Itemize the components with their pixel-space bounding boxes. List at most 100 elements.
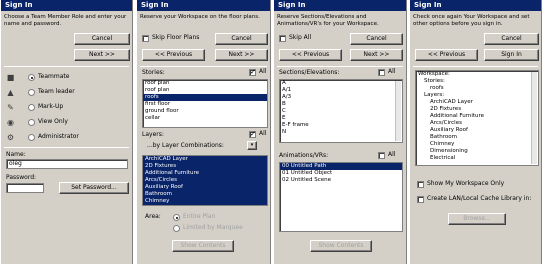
panel-title: Sign In	[1, 0, 132, 11]
list-item[interactable]: Auxiliary Roof	[143, 184, 267, 191]
sections-scrollbar[interactable]	[395, 81, 401, 141]
list-item[interactable]: roofs	[143, 94, 267, 101]
list-item[interactable]: A	[280, 80, 402, 87]
name-input[interactable]: oleg	[6, 159, 128, 169]
list-item[interactable]: Arcs/Circles	[143, 177, 267, 184]
tree-item[interactable]: 2D Fixtures	[416, 106, 538, 113]
cancel-button[interactable]: Cancel	[484, 33, 539, 45]
layers-list[interactable]: ArchiCAD Layer 2D Fixtures Additional Fu…	[142, 155, 268, 206]
tree-item[interactable]: Dimensioning	[416, 148, 538, 155]
browse-button[interactable]: Browse...	[448, 213, 506, 225]
layer-combination-dropdown-button[interactable]: ▾	[247, 141, 257, 150]
list-item[interactable]: ArchiCAD Layer	[143, 156, 267, 163]
stories-list[interactable]: roof plan roof plan roofs first floor gr…	[142, 79, 268, 128]
list-item[interactable]: 01 Untitled Object	[280, 170, 402, 177]
tree-item[interactable]: Chimney	[416, 141, 538, 148]
role-label-markup: Mark-Up	[38, 103, 64, 110]
role-radio-teammate[interactable]	[28, 74, 35, 81]
name-label: Name:	[6, 151, 26, 158]
by-layer-combinations-label: ...by Layer Combinations:	[147, 142, 224, 149]
skip-all-label: Skip All	[289, 34, 312, 41]
list-item[interactable]: Bathroom	[143, 191, 267, 198]
stories-all-checkbox[interactable]	[249, 68, 256, 76]
show-contents-button[interactable]: Show Contents	[172, 240, 234, 252]
workspace-tree[interactable]: Workspace: Stories: roofs Layers: ArchiCAD …	[415, 70, 539, 166]
list-item[interactable]: 02 Untitled Scene	[280, 177, 402, 184]
view-only-role-icon: ◉	[7, 118, 14, 127]
skip-floor-plans-checkbox[interactable]	[142, 35, 149, 42]
list-item[interactable]: roof plan	[143, 80, 267, 87]
divider	[4, 147, 129, 148]
stories-all-label: All	[259, 68, 267, 75]
tree-item[interactable]: roofs	[416, 85, 538, 92]
animations-all-label: All	[388, 151, 396, 158]
next-button[interactable]: Next >>	[74, 49, 130, 61]
list-item[interactable]: E	[280, 115, 402, 122]
layers-all-checkbox[interactable]	[249, 130, 256, 138]
list-item[interactable]: first floor	[143, 101, 267, 108]
create-cache-library-label: Create LAN/Local Cache Library in:	[427, 195, 532, 202]
list-item[interactable]: Additional Furniture	[143, 170, 267, 177]
team-leader-role-icon: ▲	[7, 88, 14, 97]
administrator-role-icon: ⚙	[6, 133, 15, 142]
next-button[interactable]: Next >>	[350, 49, 403, 61]
list-item[interactable]: N	[280, 129, 402, 136]
tree-item[interactable]: Additional Furniture	[416, 113, 538, 120]
show-contents-button[interactable]: Show Contents	[310, 240, 372, 252]
tree-item[interactable]: Electrical	[416, 155, 538, 162]
show-my-workspace-only-checkbox[interactable]	[417, 181, 424, 188]
tree-item[interactable]: Stories:	[416, 78, 538, 85]
divider	[140, 66, 267, 67]
tree-item[interactable]: Layers:	[416, 92, 538, 99]
sign-in-button[interactable]: Sign In	[484, 49, 539, 61]
animations-list[interactable]: 00 Untitled Path 01 Untitled Object 02 U…	[279, 162, 403, 232]
animations-all-checkbox[interactable]	[378, 152, 385, 159]
previous-button[interactable]: << Previous	[415, 49, 478, 61]
role-radio-markup[interactable]	[28, 104, 35, 111]
limited-by-marquee-radio[interactable]	[173, 225, 180, 232]
list-item[interactable]: A/1	[280, 87, 402, 94]
tree-item[interactable]: Auxiliary Roof	[416, 127, 538, 134]
tree-item[interactable]: Bathroom	[416, 134, 538, 141]
cancel-button[interactable]: Cancel	[215, 33, 268, 45]
set-password-button[interactable]: Set Password...	[59, 182, 129, 194]
create-cache-library-checkbox[interactable]	[417, 196, 424, 203]
panel-description: Reserve Sections/Elevations and Animatio…	[277, 14, 379, 27]
entire-plan-radio[interactable]	[173, 214, 180, 221]
previous-button[interactable]: << Previous	[142, 49, 205, 61]
divider	[413, 66, 538, 67]
layers-label: Layers:	[142, 131, 164, 138]
cancel-button[interactable]: Cancel	[74, 33, 130, 45]
show-my-workspace-only-label: Show My Workspace Only	[427, 180, 505, 187]
workspace-label: Workspace:	[418, 71, 450, 77]
tree-item[interactable]: Arcs/Circles	[416, 120, 538, 127]
panel-title: Sign In	[137, 0, 270, 11]
list-item[interactable]: ground floor	[143, 108, 267, 115]
workspace-scrollbar[interactable]	[531, 72, 537, 164]
sign-in-panel-role: Sign In Choose a Team Member Role and en…	[0, 0, 133, 264]
list-item[interactable]: C	[280, 108, 402, 115]
previous-button[interactable]: << Previous	[279, 49, 342, 61]
list-item[interactable]: 2D Fixtures	[143, 163, 267, 170]
stories-label: Stories:	[142, 69, 165, 76]
list-item[interactable]: A/3	[280, 94, 402, 101]
panel-title: Sign In	[410, 0, 541, 11]
list-item[interactable]: E-F frame	[280, 122, 402, 129]
sections-list[interactable]: A A/1 A/3 B C E E-F frame N	[279, 79, 403, 143]
sections-all-checkbox[interactable]	[378, 69, 385, 76]
list-item[interactable]: roof plan	[143, 87, 267, 94]
list-item[interactable]: 00 Untitled Path	[280, 163, 402, 170]
role-radio-view-only[interactable]	[28, 119, 35, 126]
password-input[interactable]	[6, 183, 44, 193]
list-item[interactable]: Chimney	[143, 198, 267, 205]
tree-item[interactable]: ArchiCAD Layer	[416, 99, 538, 106]
cancel-button[interactable]: Cancel	[350, 33, 403, 45]
role-radio-team-leader[interactable]	[28, 89, 35, 96]
role-radio-administrator[interactable]	[28, 134, 35, 141]
sign-in-panel-confirm: Sign In Check once again Your Workspace …	[409, 0, 542, 264]
list-item[interactable]: B	[280, 101, 402, 108]
list-item[interactable]: cellar	[143, 115, 267, 122]
sign-in-panel-sections: Sign In Reserve Sections/Elevations and …	[273, 0, 407, 264]
next-button[interactable]: Next >>	[215, 49, 268, 61]
skip-all-checkbox[interactable]	[279, 35, 286, 42]
